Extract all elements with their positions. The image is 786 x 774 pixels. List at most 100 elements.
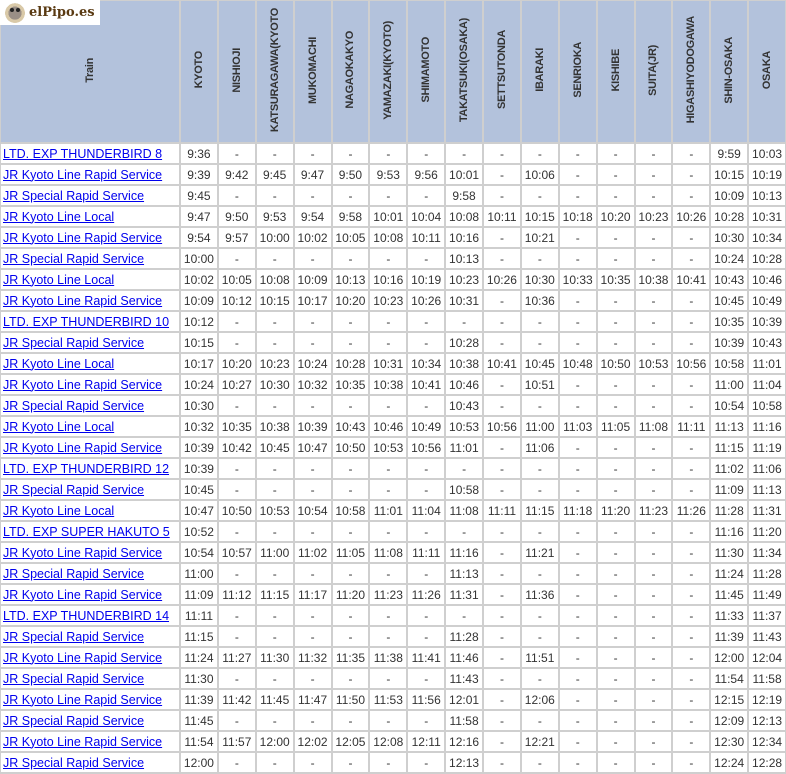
train-link[interactable]: JR Special Rapid Service <box>3 399 144 413</box>
time-cell: 9:36 <box>179 142 219 165</box>
train-link[interactable]: JR Special Rapid Service <box>3 630 144 644</box>
time-cell: 11:15 <box>179 625 219 648</box>
time-cell: 12:04 <box>747 646 786 669</box>
train-link[interactable]: JR Special Rapid Service <box>3 336 144 350</box>
time-cell: - <box>482 604 522 627</box>
time-cell: 10:30 <box>519 268 560 291</box>
train-cell: JR Kyoto Line Rapid Service <box>0 583 181 606</box>
time-cell: 9:47 <box>292 163 333 186</box>
train-link[interactable]: JR Kyoto Line Rapid Service <box>3 693 162 707</box>
time-cell: - <box>557 394 598 417</box>
time-cell: - <box>671 289 712 312</box>
train-link[interactable]: JR Special Rapid Service <box>3 189 144 203</box>
train-link[interactable]: JR Kyoto Line Local <box>3 210 114 224</box>
train-link[interactable]: LTD. EXP THUNDERBIRD 12 <box>3 462 169 476</box>
train-link[interactable]: JR Kyoto Line Local <box>3 504 114 518</box>
time-cell: 11:42 <box>216 688 257 711</box>
time-cell: 10:32 <box>292 373 333 396</box>
train-link[interactable]: JR Kyoto Line Rapid Service <box>3 378 162 392</box>
train-link[interactable]: LTD. EXP THUNDERBIRD 8 <box>3 147 162 161</box>
train-link[interactable]: LTD. EXP THUNDERBIRD 14 <box>3 609 169 623</box>
time-cell: 11:13 <box>444 562 484 585</box>
time-cell: 10:45 <box>254 436 295 459</box>
time-cell: - <box>482 142 522 165</box>
header-station: NISHIOJI <box>216 0 257 144</box>
header-station: YAMAZAKI(KYOTO) <box>368 0 409 144</box>
time-cell: - <box>519 478 560 501</box>
time-cell: - <box>633 310 674 333</box>
train-link[interactable]: JR Special Rapid Service <box>3 756 144 770</box>
header-station: SHIMAMOTO <box>406 0 447 144</box>
header-station: IBARAKI <box>519 0 560 144</box>
train-link[interactable]: JR Kyoto Line Local <box>3 357 114 371</box>
time-cell: - <box>595 289 636 312</box>
time-cell: 10:54 <box>709 394 750 417</box>
train-link[interactable]: LTD. EXP THUNDERBIRD 10 <box>3 315 169 329</box>
time-cell: 11:26 <box>406 583 447 606</box>
time-cell: - <box>292 604 333 627</box>
time-cell: - <box>216 142 257 165</box>
time-cell: 10:20 <box>216 352 257 375</box>
time-cell: 10:12 <box>179 310 219 333</box>
train-link[interactable]: JR Kyoto Line Rapid Service <box>3 588 162 602</box>
time-cell: - <box>633 583 674 606</box>
time-cell: - <box>330 478 371 501</box>
time-cell: - <box>671 625 712 648</box>
train-link[interactable]: JR Kyoto Line Rapid Service <box>3 735 162 749</box>
time-cell: 10:35 <box>330 373 371 396</box>
train-link[interactable]: LTD. EXP SUPER HAKUTO 5 <box>3 525 170 539</box>
time-cell: 11:50 <box>330 688 371 711</box>
header-row: Train KYOTO NISHIOJI KATSURAGAWA(KYOTO MUKO… <box>0 0 786 144</box>
time-cell: - <box>519 667 560 690</box>
time-cell: - <box>557 751 598 774</box>
time-cell: 11:20 <box>595 499 636 522</box>
time-cell: - <box>292 667 333 690</box>
train-cell: LTD. EXP THUNDERBIRD 14 <box>0 604 181 627</box>
train-link[interactable]: JR Kyoto Line Rapid Service <box>3 651 162 665</box>
time-cell: - <box>633 457 674 480</box>
time-cell: - <box>519 394 560 417</box>
time-cell: 10:31 <box>747 205 786 228</box>
train-link[interactable]: JR Kyoto Line Rapid Service <box>3 168 162 182</box>
site-logo[interactable]: elPipo.es <box>0 0 100 25</box>
time-cell: 10:13 <box>330 268 371 291</box>
train-link[interactable]: JR Special Rapid Service <box>3 252 144 266</box>
time-cell: - <box>595 730 636 753</box>
station-name: OSAKA <box>761 50 774 90</box>
time-cell: - <box>444 142 484 165</box>
time-cell: - <box>254 625 295 648</box>
time-cell: 11:37 <box>747 604 786 627</box>
train-link[interactable]: JR Kyoto Line Rapid Service <box>3 441 162 455</box>
train-link[interactable]: JR Kyoto Line Local <box>3 273 114 287</box>
header-station: KYOTO <box>179 0 219 144</box>
train-link[interactable]: JR Kyoto Line Local <box>3 420 114 434</box>
time-cell: - <box>216 625 257 648</box>
time-cell: 10:26 <box>482 268 522 291</box>
train-link[interactable]: JR Special Rapid Service <box>3 672 144 686</box>
time-cell: 11:01 <box>368 499 409 522</box>
train-link[interactable]: JR Special Rapid Service <box>3 483 144 497</box>
time-cell: - <box>595 751 636 774</box>
time-cell: - <box>406 604 447 627</box>
time-cell: - <box>595 163 636 186</box>
train-link[interactable]: JR Special Rapid Service <box>3 567 144 581</box>
train-link[interactable]: JR Special Rapid Service <box>3 714 144 728</box>
train-link[interactable]: JR Kyoto Line Rapid Service <box>3 231 162 245</box>
time-cell: 10:35 <box>709 310 750 333</box>
train-cell: JR Special Rapid Service <box>0 394 181 417</box>
time-cell: 10:19 <box>406 268 447 291</box>
time-cell: 10:45 <box>519 352 560 375</box>
time-cell: 12:08 <box>368 730 409 753</box>
time-cell: 10:11 <box>406 226 447 249</box>
time-cell: 10:06 <box>519 163 560 186</box>
time-cell: 12:05 <box>330 730 371 753</box>
time-cell: 10:41 <box>406 373 447 396</box>
time-cell: - <box>406 478 447 501</box>
train-cell: JR Special Rapid Service <box>0 751 181 774</box>
train-link[interactable]: JR Kyoto Line Rapid Service <box>3 546 162 560</box>
time-cell: - <box>216 667 257 690</box>
time-cell: - <box>330 751 371 774</box>
time-cell: 11:09 <box>709 478 750 501</box>
time-cell: 10:02 <box>179 268 219 291</box>
train-link[interactable]: JR Kyoto Line Rapid Service <box>3 294 162 308</box>
